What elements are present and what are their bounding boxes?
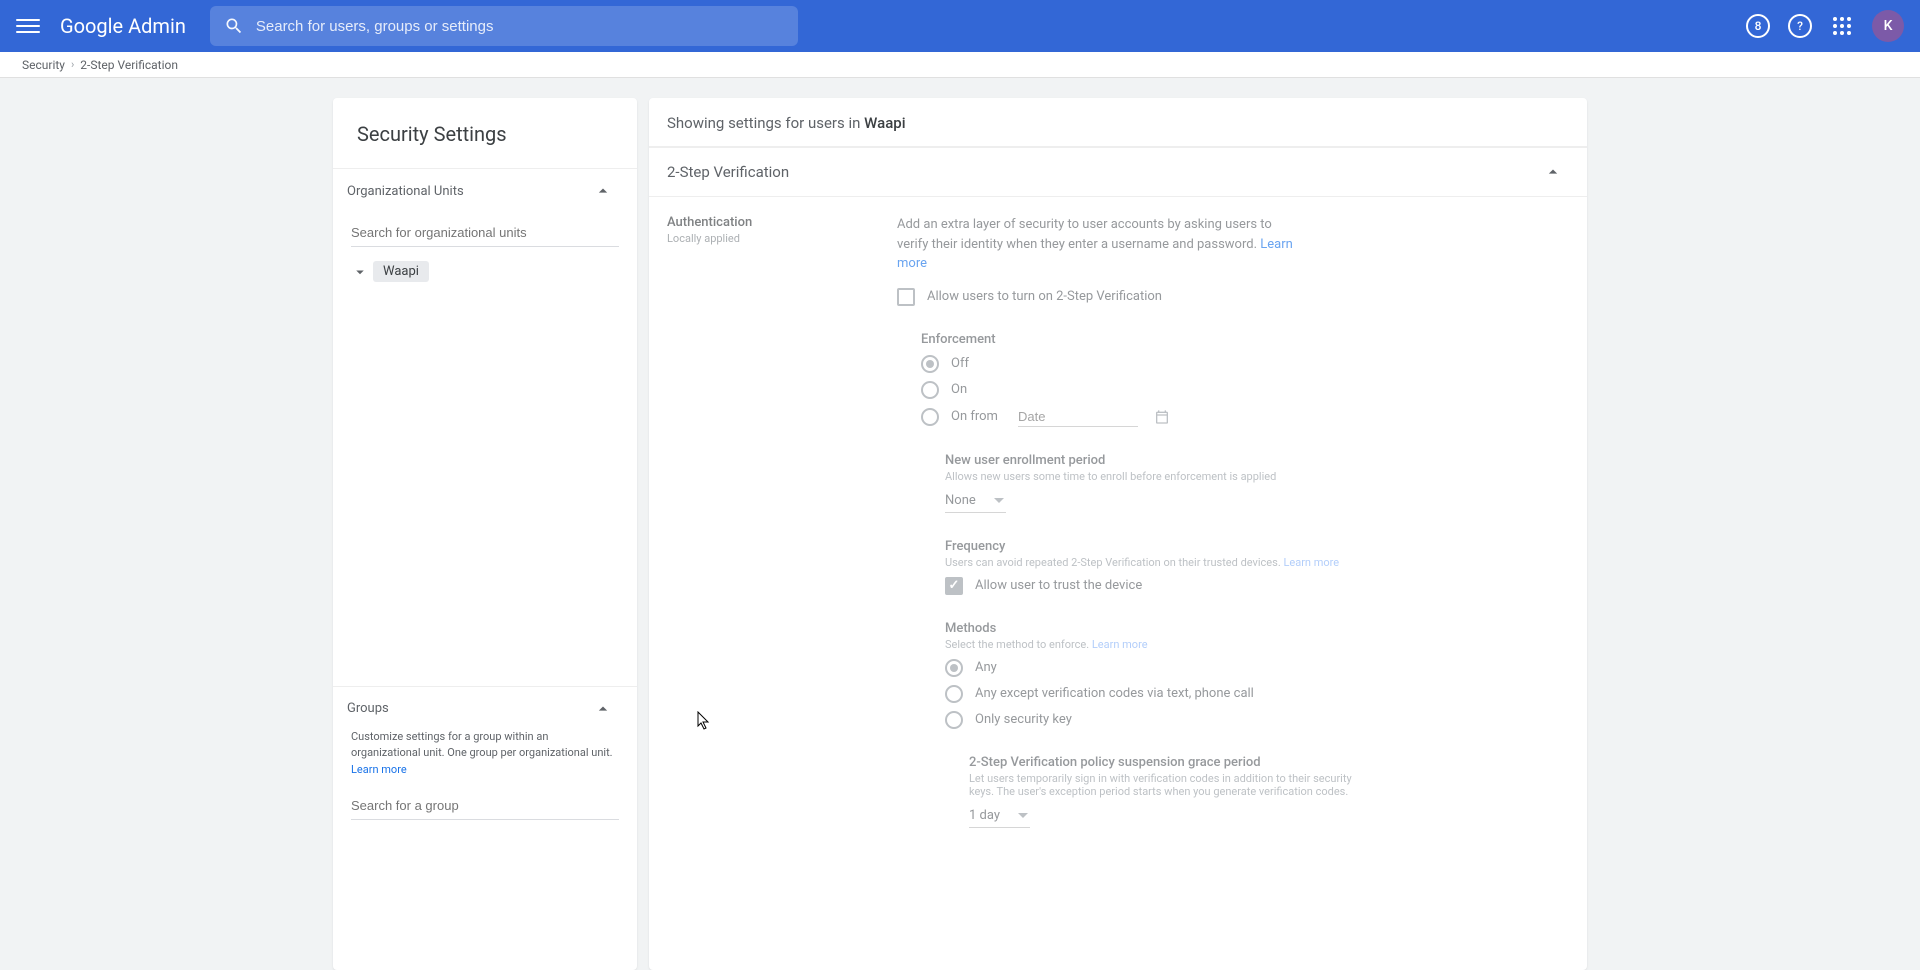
scope-org: Waapi: [864, 114, 905, 132]
app-header: Google Admin 8 ? K: [0, 0, 1920, 52]
groups-heading: Groups: [347, 701, 389, 716]
methods-learn-more-link[interactable]: Learn more: [1092, 638, 1148, 651]
global-search[interactable]: [210, 6, 798, 46]
help-icon[interactable]: ?: [1788, 14, 1812, 38]
chevron-right-icon: ›: [71, 58, 74, 71]
method-keyonly-radio[interactable]: [945, 711, 963, 729]
allow-2sv-label: Allow users to turn on 2-Step Verificati…: [927, 289, 1162, 304]
grace-select[interactable]: 1 day: [969, 804, 1030, 828]
triangle-down-icon[interactable]: [351, 263, 369, 281]
method-any-row[interactable]: Any: [945, 659, 1569, 677]
grace-title: 2-Step Verification policy suspension gr…: [969, 755, 1569, 770]
groups-learn-more-link[interactable]: Learn more: [351, 763, 407, 776]
method-any-radio[interactable]: [945, 659, 963, 677]
method-keyonly-row[interactable]: Only security key: [945, 711, 1569, 729]
enforcement-onfrom-radio[interactable]: [921, 408, 939, 426]
group-search-input[interactable]: [351, 792, 619, 820]
frequency-learn-more-link[interactable]: Learn more: [1283, 556, 1339, 569]
ou-tree: Waapi: [333, 257, 637, 282]
section-body: Authentication Locally applied Add an ex…: [649, 197, 1587, 838]
menu-icon[interactable]: [16, 14, 40, 38]
setting-label-column: Authentication Locally applied: [667, 215, 877, 828]
dropdown-arrow-icon: [994, 498, 1004, 503]
groups-hint: Customize settings for a group within an…: [333, 729, 637, 785]
auth-heading: Authentication: [667, 215, 877, 230]
ou-chip[interactable]: Waapi: [373, 261, 429, 282]
section-header[interactable]: 2-Step Verification: [649, 147, 1587, 197]
page-title: Security Settings: [333, 98, 637, 168]
chevron-up-icon: [593, 699, 613, 719]
chevron-up-icon: [1543, 162, 1563, 182]
intro-text: Add an extra layer of security to user a…: [897, 215, 1297, 274]
enforcement-onfrom-label: On from: [951, 409, 998, 424]
method-keyonly-label: Only security key: [975, 712, 1072, 727]
ou-heading: Organizational Units: [347, 184, 464, 199]
breadcrumb-parent[interactable]: Security: [22, 58, 65, 72]
breadcrumb: Security › 2-Step Verification: [0, 52, 1920, 78]
section-title: 2-Step Verification: [667, 163, 789, 181]
enforcement-off-radio[interactable]: [921, 355, 939, 373]
search-input[interactable]: [256, 18, 784, 35]
enrollment-title: New user enrollment period: [945, 453, 1569, 468]
calendar-icon[interactable]: [1154, 409, 1170, 425]
frequency-group: Frequency Users can avoid repeated 2-Ste…: [945, 539, 1569, 595]
enrollment-value: None: [945, 493, 976, 508]
enforcement-off-row[interactable]: Off: [921, 355, 1569, 373]
ou-search-input[interactable]: [351, 219, 619, 247]
dropdown-arrow-icon: [1018, 813, 1028, 818]
method-any-label: Any: [975, 660, 997, 675]
allow-2sv-checkbox[interactable]: [897, 288, 915, 306]
enforcement-off-label: Off: [951, 356, 969, 371]
header-actions: 8 ? K: [1746, 10, 1904, 42]
grace-group: 2-Step Verification policy suspension gr…: [969, 755, 1569, 828]
enforcement-group: Enforcement Off On On from: [921, 332, 1569, 427]
main-stage: Security Settings Organizational Units W…: [0, 78, 1920, 970]
enforcement-on-row[interactable]: On: [921, 381, 1569, 399]
enforcement-on-label: On: [951, 382, 967, 397]
trust-device-label: Allow user to trust the device: [975, 578, 1142, 593]
trust-device-row[interactable]: Allow user to trust the device: [945, 577, 1569, 595]
account-avatar[interactable]: K: [1872, 10, 1904, 42]
frequency-sub: Users can avoid repeated 2-Step Verifica…: [945, 556, 1569, 569]
enrollment-select[interactable]: None: [945, 489, 1006, 513]
mouse-cursor-icon: [697, 711, 711, 731]
trust-device-checkbox[interactable]: [945, 577, 963, 595]
enrollment-group: New user enrollment period Allows new us…: [945, 453, 1569, 513]
methods-sub: Select the method to enforce. Learn more: [945, 638, 1569, 651]
setting-controls-column: Add an extra layer of security to user a…: [897, 215, 1569, 828]
enforcement-date-input[interactable]: [1018, 407, 1138, 427]
grace-value: 1 day: [969, 808, 1000, 823]
method-except-radio[interactable]: [945, 685, 963, 703]
scope-bar: Showing settings for users in Waapi: [649, 98, 1587, 147]
frequency-title: Frequency: [945, 539, 1569, 554]
allow-2sv-row[interactable]: Allow users to turn on 2-Step Verificati…: [897, 288, 1569, 306]
enforcement-onfrom-row[interactable]: On from: [921, 407, 1569, 427]
ou-section-toggle[interactable]: Organizational Units: [333, 168, 637, 211]
groups-section-toggle[interactable]: Groups: [333, 686, 637, 729]
method-except-row[interactable]: Any except verification codes via text, …: [945, 685, 1569, 703]
app-logo[interactable]: Google Admin: [60, 14, 186, 38]
auth-scope-label: Locally applied: [667, 232, 877, 245]
notifications-badge[interactable]: 8: [1746, 14, 1770, 38]
side-panel: Security Settings Organizational Units W…: [333, 98, 637, 970]
methods-group: Methods Select the method to enforce. Le…: [945, 621, 1569, 729]
ou-root-item[interactable]: Waapi: [351, 261, 619, 282]
enforcement-title: Enforcement: [921, 332, 1569, 347]
chevron-up-icon: [593, 181, 613, 201]
main-panel: Showing settings for users in Waapi 2-St…: [649, 98, 1587, 970]
apps-icon[interactable]: [1830, 14, 1854, 38]
breadcrumb-current: 2-Step Verification: [80, 58, 178, 72]
enforcement-on-radio[interactable]: [921, 381, 939, 399]
search-icon: [224, 16, 244, 36]
enrollment-sub: Allows new users some time to enroll bef…: [945, 470, 1569, 483]
method-except-label: Any except verification codes via text, …: [975, 686, 1254, 701]
methods-title: Methods: [945, 621, 1569, 636]
grace-sub: Let users temporarily sign in with verif…: [969, 772, 1369, 798]
